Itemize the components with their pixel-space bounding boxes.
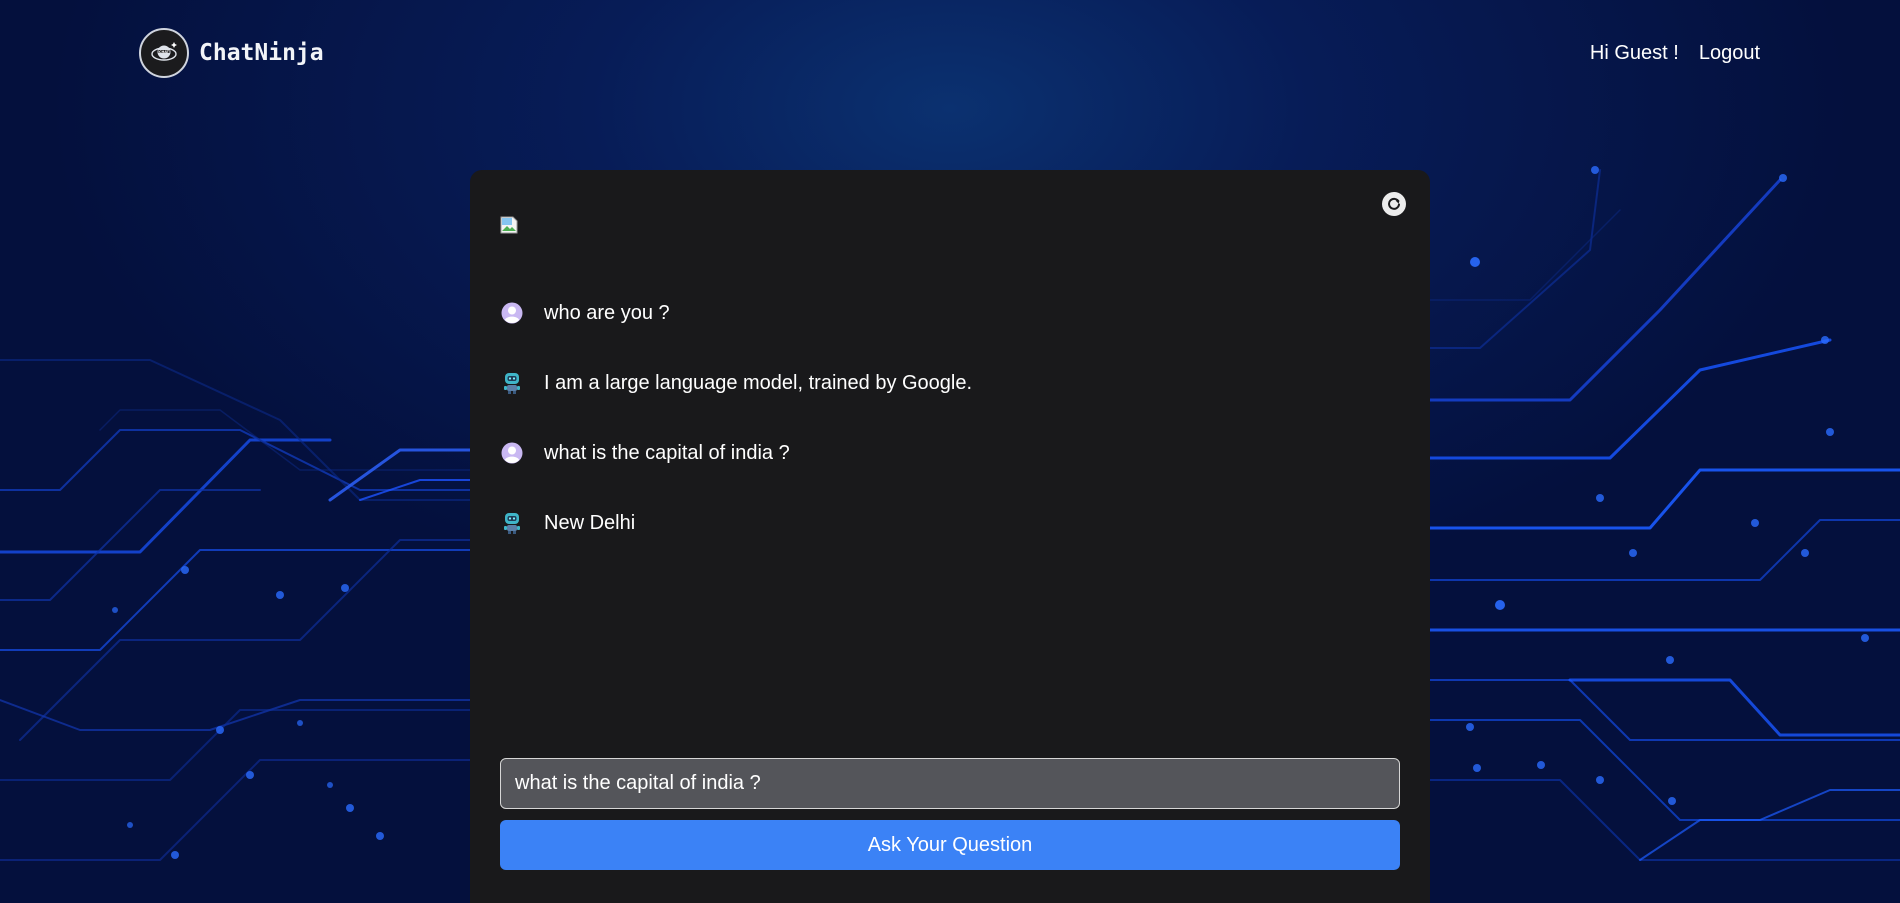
message-bot: I am a large language model, trained by … xyxy=(500,348,1380,418)
message-text: I am a large language model, trained by … xyxy=(544,372,973,394)
greeting-text: Hi Guest ! xyxy=(1589,42,1679,64)
message-user: who are you ? xyxy=(500,278,1380,348)
message-user: what is the capital of india ? xyxy=(500,418,1380,488)
ask-question-button[interactable]: Ask Your Question xyxy=(500,820,1400,870)
user-avatar-icon xyxy=(500,301,524,325)
broken-image-icon xyxy=(500,216,519,234)
user-avatar-icon xyxy=(500,441,524,465)
top-navbar: CHAT ChatNinja Hi Guest ! Logout xyxy=(0,0,1900,110)
brand-name: ChatNinja xyxy=(199,40,324,66)
message-list: who are you ? I am a large language mode… xyxy=(500,278,1380,558)
chat-panel: who are you ? I am a large language mode… xyxy=(470,170,1430,903)
message-text: New Delhi xyxy=(544,512,636,534)
ninja-logo-icon: CHAT xyxy=(139,28,189,78)
message-text: what is the capital of india ? xyxy=(544,442,790,464)
brand[interactable]: CHAT ChatNinja xyxy=(139,28,324,78)
svg-text:CHAT: CHAT xyxy=(159,50,170,54)
question-input[interactable] xyxy=(500,758,1400,809)
logout-link[interactable]: Logout xyxy=(1699,42,1760,65)
robot-avatar-icon xyxy=(500,371,524,395)
robot-avatar-icon xyxy=(500,511,524,535)
message-text: who are you ? xyxy=(544,302,670,324)
message-bot: New Delhi xyxy=(500,488,1380,558)
user-nav: Hi Guest ! Logout xyxy=(1590,42,1760,65)
refresh-icon[interactable] xyxy=(1382,192,1406,216)
